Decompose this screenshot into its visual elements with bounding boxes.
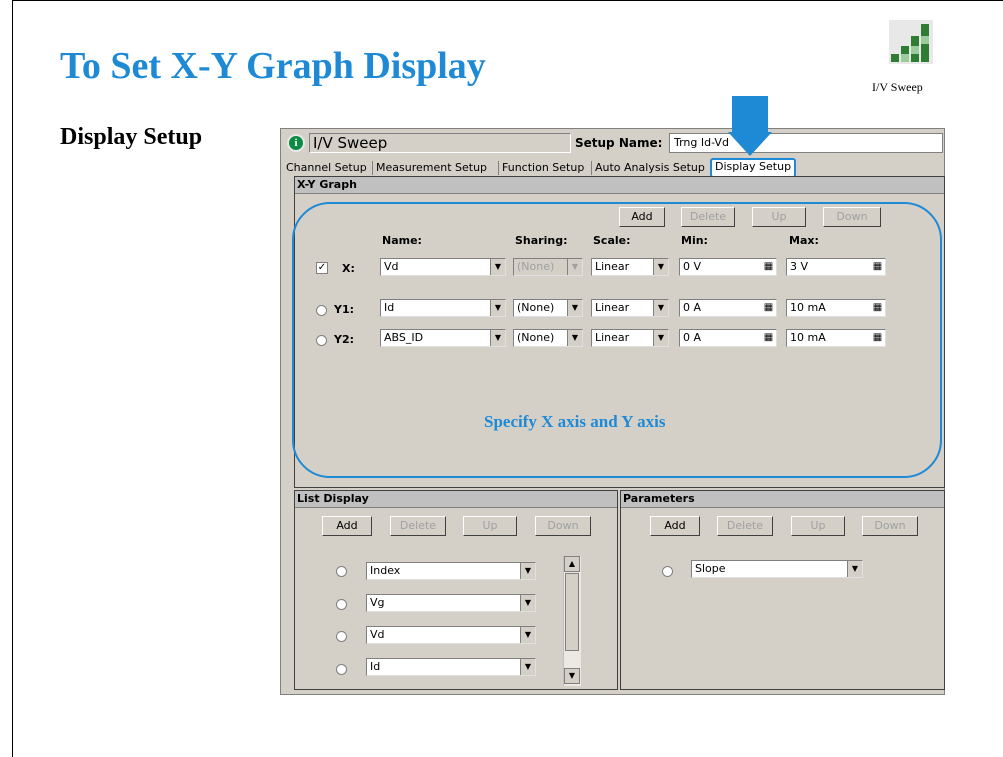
list-item-radio[interactable] (336, 566, 347, 577)
list-item-radio[interactable] (336, 664, 347, 675)
dropdown-arrow-icon[interactable]: ▼ (520, 659, 535, 675)
list-item-value: Vg (370, 596, 385, 609)
tab-channel-setup[interactable]: Channel Setup (286, 159, 367, 177)
title-row: i I/V Sweep Setup Name: Trng Id-Vd (287, 132, 943, 154)
list-item-select[interactable]: Id ▼ (366, 658, 536, 676)
list-scrollbar[interactable]: ▲ ▼ (563, 556, 581, 686)
list-item-value: Index (370, 564, 401, 577)
param-up-button[interactable]: Up (791, 516, 845, 536)
dropdown-arrow-icon[interactable]: ▼ (520, 595, 535, 611)
tab-separator (498, 161, 499, 175)
slide-subtitle: Display Setup (60, 124, 203, 150)
param-delete-button[interactable]: Delete (717, 516, 773, 536)
list-up-button[interactable]: Up (463, 516, 517, 536)
param-item-radio[interactable] (662, 566, 673, 577)
app-icon-label: I/V Sweep (872, 80, 923, 94)
list-down-button[interactable]: Down (535, 516, 591, 536)
highlight-outline (292, 202, 942, 478)
list-item-select[interactable]: Vg ▼ (366, 594, 536, 612)
iv-sweep-icon (889, 20, 933, 64)
tab-separator (372, 161, 373, 175)
dropdown-arrow-icon[interactable]: ▼ (520, 627, 535, 643)
scroll-up-icon[interactable]: ▲ (564, 556, 580, 572)
param-item-value: Slope (695, 562, 726, 575)
tab-measurement-setup[interactable]: Measurement Setup (376, 159, 487, 177)
xy-graph-header: X-Y Graph (295, 177, 944, 194)
tab-auto-analysis-setup[interactable]: Auto Analysis Setup (595, 159, 705, 177)
param-item-select[interactable]: Slope ▼ (691, 560, 863, 578)
list-item-value: Id (370, 660, 381, 673)
list-item-value: Vd (370, 628, 385, 641)
param-add-button[interactable]: Add (650, 516, 700, 536)
list-item-select[interactable]: Index ▼ (366, 562, 536, 580)
scroll-thumb[interactable] (565, 573, 579, 651)
slide-border-left (12, 0, 13, 757)
mode-title: I/V Sweep (309, 133, 571, 153)
dropdown-arrow-icon[interactable]: ▼ (520, 563, 535, 579)
slide-border-top (12, 0, 1003, 1)
setup-name-label: Setup Name: (575, 136, 663, 150)
list-delete-button[interactable]: Delete (390, 516, 446, 536)
param-down-button[interactable]: Down (862, 516, 918, 536)
list-add-button[interactable]: Add (322, 516, 372, 536)
list-display-header: List Display (295, 491, 617, 508)
slide-title: To Set X-Y Graph Display (60, 45, 486, 87)
list-item-radio[interactable] (336, 599, 347, 610)
annotation-text: Specify X axis and Y axis (484, 412, 666, 431)
parameters-header: Parameters (621, 491, 944, 508)
tab-function-setup[interactable]: Function Setup (502, 159, 584, 177)
scroll-down-icon[interactable]: ▼ (564, 668, 580, 684)
arrow-down-icon (728, 96, 772, 156)
setup-name-input[interactable]: Trng Id-Vd (669, 133, 943, 153)
tab-separator (591, 161, 592, 175)
list-item-radio[interactable] (336, 631, 347, 642)
list-item-select[interactable]: Vd ▼ (366, 626, 536, 644)
info-icon[interactable]: i (287, 134, 305, 152)
tab-display-setup[interactable]: Display Setup (710, 158, 797, 178)
dropdown-arrow-icon[interactable]: ▼ (847, 561, 862, 577)
